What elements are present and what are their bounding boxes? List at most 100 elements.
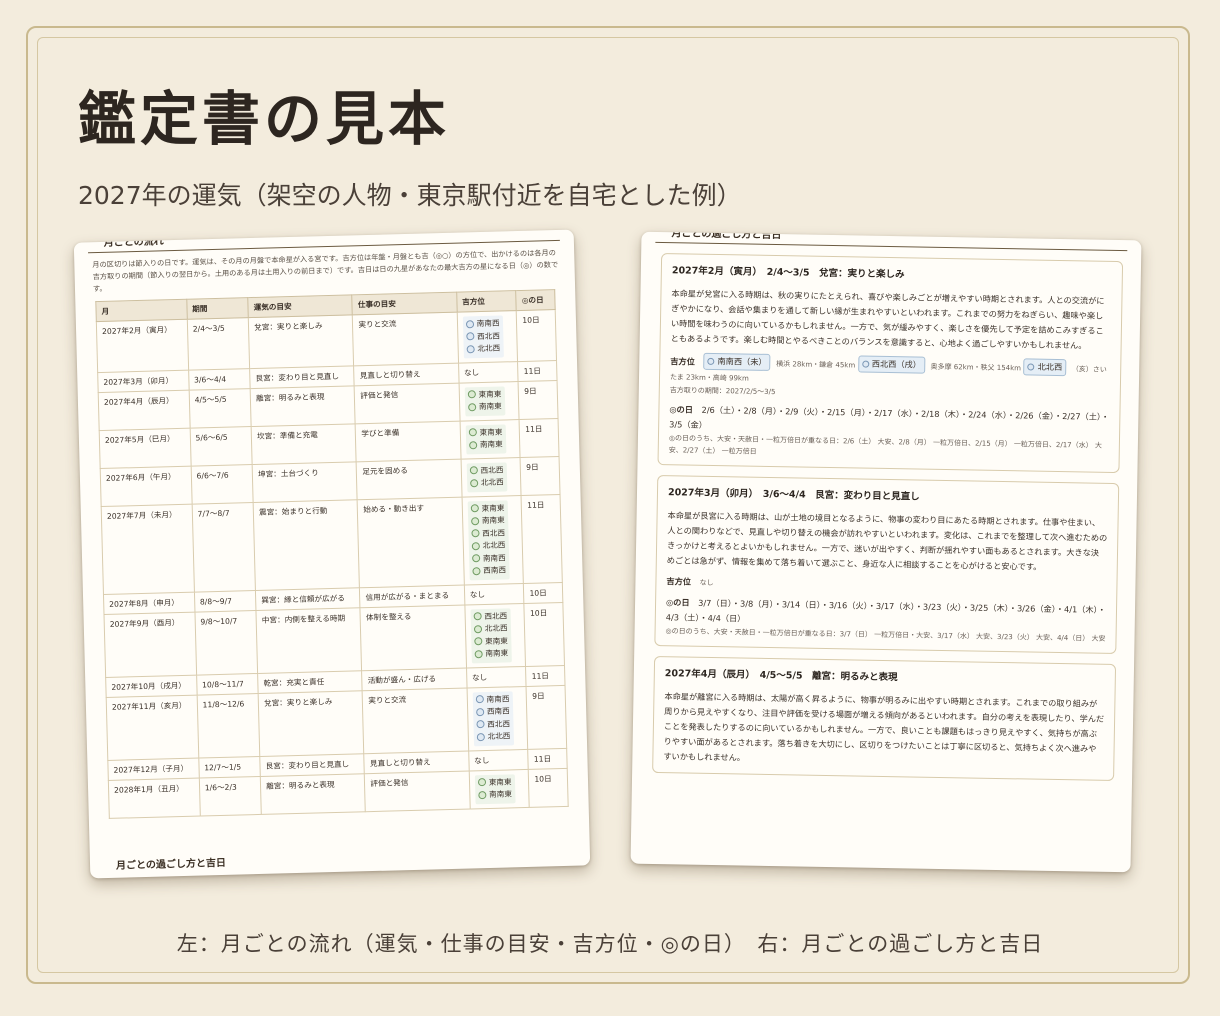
direction-item: 南南西 [471,552,506,564]
month-cell: 2027年6月（午月） [100,465,192,507]
work-cell: 信用が広がる・まとまる [359,584,465,608]
directions-cell: なし [468,748,529,771]
direction-item: 北北西 [476,730,510,742]
directions-cell: 東南東 南南東 [458,381,520,421]
direction-label: 北北西 [480,477,504,488]
direction-item: 東南東 [468,426,502,438]
work-cell: 活動が盛ん・広げる [361,667,467,691]
direction-item: 西北西 [473,610,507,622]
days-cell: 10日 [524,601,565,666]
period-cell: 3/6〜4/4 [188,368,251,390]
direction-label: 南南東 [479,439,503,450]
direction-list: 西北西 北北西 [466,461,507,492]
double-circle-icon [473,637,483,646]
period-cell: 11/8〜12/6 [196,692,260,758]
double-circle-icon [467,402,477,411]
page-caption: 左：月ごとの流れ（運気・仕事の目安・吉方位・◎の日） 右：月ごとの過ごし方と吉日 [176,932,1044,956]
direction-item: 西南西 [475,705,510,717]
circle-icon [465,332,475,341]
month-cell: 2027年10月（戌月） [105,674,197,697]
work-cell: 実りと交流 [352,312,459,366]
days-cell: 9日 [526,684,567,749]
direction-item: 南南東 [474,647,508,659]
days-cell: 10日 [516,309,557,362]
direction-label: 西北西 [480,464,504,475]
days-cell: 11日 [517,360,558,382]
double-circle-icon [473,624,482,633]
monthly-table: 月 期間 運気の目安 仕事の目安 吉方位 ◎の日 2027年2月（寅月） 2/4〜… [95,289,569,818]
circle-icon [476,732,485,741]
direction-label: 北北西 [484,623,508,634]
luck-cell: 乾宮：充実と責任 [257,670,363,693]
days-list: 3/7（日）・3/8（月）・3/14（日）・3/16（火）・3/17（水）・3/… [665,597,1106,624]
period-cell: 12/7〜1/5 [198,755,261,778]
direction-label: 南南西 [486,693,510,704]
table-row: 2027年7月（未月） 7/7〜8/7 震宮：始まりと行動 始める・動き出す 東南東 南南… [101,494,563,594]
days-label: ◎の日 [669,404,694,415]
circle-icon [1027,363,1035,371]
double-circle-icon [473,612,482,621]
direction-label: 東南東 [484,635,508,646]
direction-list: 南南西西南西西北西北北西 [472,690,514,746]
luck-cell: 巽宮：縁と信頼が広がる [255,587,361,611]
directions-cell: なし [466,665,527,688]
direction-item: 南南東 [468,438,503,450]
month-card: 2027年3月（卯月） 3/6〜4/4 艮宮：変わり目と見直し 本命星が艮宮に入… [654,474,1120,655]
card-body: 本命星が離宮に入る時期は、太陽が高く昇るように、物事が明るみに出やすい時期とされ… [663,691,1105,763]
table-row: 2027年9月（酉月） 9/8〜10/7 中宮：内側を整える時期 体制を整える 西北西北… [103,601,565,677]
days-cell: 10日 [523,581,563,603]
month-cell: 2027年8月（申月） [103,591,195,614]
direction-label: 北北西 [487,731,511,741]
double-circle-icon [472,566,481,575]
circle-icon [465,319,474,328]
days-cell: 11日 [525,664,566,686]
card-title: 2027年3月（卯月） 3/6〜4/4 艮宮：変わり目と見直し [667,487,920,503]
card-title: 2027年2月（寅月） 2/4〜3/5 兌宮：実りと楽しみ [671,265,905,281]
direction-label: 西北西 [487,718,511,729]
direction-label: 北北西 [482,540,506,551]
double-circle-icon [468,428,477,437]
double-circle-icon [474,649,483,658]
month-cell: 2027年3月（卯月） [97,369,189,393]
direction-item: 東南東 [467,388,501,400]
luck-cell: 坤宮：土台づくり [252,461,358,503]
double-circle-icon [467,390,476,399]
days-cell: 11日 [521,494,563,583]
work-cell: 見直しと切り替え [354,362,459,386]
direction-note: 横浜 28km・鎌倉 45km [776,360,856,370]
work-cell: 学びと準備 [355,420,461,462]
days-list: 2/6（土）・2/8（月）・2/9（火）・2/15（月）・2/17（水）・2/1… [669,404,1110,430]
work-cell: 評価と発信 [354,382,460,424]
period-cell: 5/6〜6/5 [189,426,253,466]
month-cell: 2027年7月（未月） [101,503,195,594]
period-cell: 6/6〜7/6 [190,464,254,504]
direction-item: 北北西 [471,539,505,551]
direction-list: 西北西 北北西 東南東南南東 [470,607,512,663]
direction-label: 東南東 [479,427,503,437]
direction-item: 北北西 [466,343,500,355]
direction-label: 西南西 [483,565,507,576]
luck-cell: 離宮：明るみと表現 [250,385,356,427]
card-body: 本命星が兌宮に入る時期は、秋の実りにたとえられ、喜びや楽しみごとが増えやすい時期… [670,288,1105,351]
luck-cell: 離宮：明るみと表現 [260,773,366,814]
month-card: 2027年2月（寅月） 2/4〜3/5 兌宮：実りと楽しみ 本命星が兌宮に入る時… [657,253,1124,474]
month-cell: 2027年12月（子月） [107,757,200,780]
double-circle-icon [470,504,479,513]
period-cell: 2/4〜3/5 [187,317,250,370]
col-month: 月 [95,299,188,322]
direction-label: 西南西 [486,706,510,716]
directions-cell: 南南西西南西西北西北北西 [466,685,529,751]
luck-cell: 兌宮：実りと楽しみ [258,690,365,756]
direction-item: 南南東 [477,788,512,800]
direction-label: 南南東 [485,648,509,659]
work-cell: 実りと交流 [362,687,469,754]
double-circle-icon [471,529,480,538]
direction-chip: 西北西（戌） [857,355,926,374]
direction-list: 南南西 西北西 北北西 [462,315,504,358]
directions-cell: 東南東 南南東 西北西 北北西 南南西 西南西 [461,495,524,585]
double-circle-icon [477,790,487,799]
luck-cell: 中宮：内側を整える時期 [256,607,362,673]
direction-list: 東南東 南南東 [465,423,506,454]
monthly-table-body: 2027年2月（寅月） 2/4〜3/5 兌宮：実りと楽しみ 実りと交流 南南西 西北西 北北… [96,309,569,818]
page-title: 鑑定書の見本 [78,85,451,153]
